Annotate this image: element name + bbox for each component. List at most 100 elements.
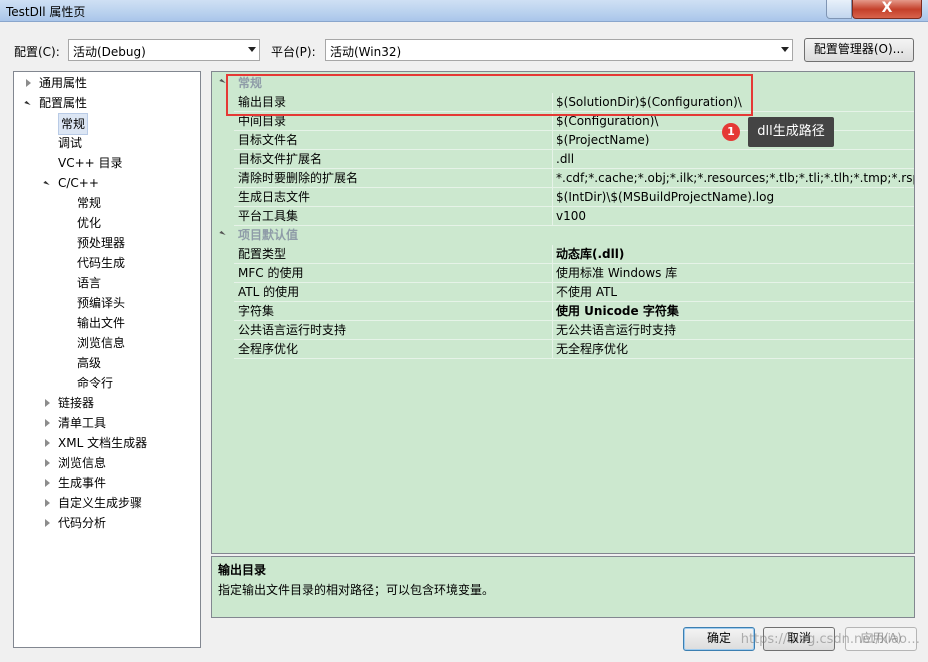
property-name: 生成日志文件 [238,190,311,204]
tree-item-label: 通用属性 [39,76,88,90]
grid-row[interactable]: 清除时要删除的扩展名 *.cdf;*.cache;*.obj;*.ilk;*.re… [234,169,914,188]
grid-row[interactable]: 配置类型 动态库(.dll) [234,245,914,264]
tree-item-label: 常规 [77,196,102,210]
tree-item-label: 配置属性 [39,96,88,110]
property-name: 目标文件名 [238,133,299,147]
column-separator [552,264,553,283]
property-value[interactable]: 无公共语言运行时支持 [556,321,676,339]
column-separator [552,340,553,359]
grid-row[interactable]: 字符集 使用 Unicode 字符集 [234,302,914,321]
property-value[interactable]: 动态库(.dll) [556,245,624,263]
collapsed-arrow-icon[interactable] [45,499,50,507]
config-select[interactable]: 活动(Debug) [68,39,260,61]
collapsed-arrow-icon[interactable] [45,419,50,427]
title-bar: TestDll 属性页 X [0,0,928,22]
column-separator [552,188,553,207]
minimize-button[interactable] [826,0,852,19]
description-title: 输出目录 [218,563,267,577]
column-separator [552,169,553,188]
property-name: 配置类型 [238,247,287,261]
close-button[interactable]: X [852,0,922,19]
expanded-arrow-icon[interactable] [24,100,31,108]
expanded-arrow-icon[interactable] [43,180,50,188]
collapsed-arrow-icon[interactable] [45,479,50,487]
tree-item-label: 链接器 [58,396,95,410]
property-value[interactable]: $(IntDir)\$(MSBuildProjectName).log [556,188,774,206]
property-name: MFC 的使用 [238,266,304,280]
annotation-badge: 1 [722,123,740,141]
column-separator [552,283,553,302]
description-panel: 输出目录 指定输出文件目录的相对路径；可以包含环境变量。 [211,556,915,618]
grid-category-label: 项目默认值 [238,228,299,242]
column-separator [552,245,553,264]
property-value[interactable]: $(ProjectName) [556,131,649,149]
property-name: 全程序优化 [238,342,299,356]
platform-select-value: 活动(Win32) [330,45,402,59]
tree-item-label: VC++ 目录 [58,156,123,170]
grid-row[interactable]: ATL 的使用 不使用 ATL [234,283,914,302]
expanded-arrow-icon[interactable] [219,230,226,238]
tree-item-label: 清单工具 [58,416,107,430]
tree-item-label: 高级 [77,356,102,370]
column-separator [552,131,553,150]
grid-row[interactable]: 公共语言运行时支持 无公共语言运行时支持 [234,321,914,340]
property-value[interactable]: v100 [556,207,586,225]
collapsed-arrow-icon[interactable] [45,459,50,467]
property-tree[interactable]: 通用属性 配置属性 常规 调试 VC++ 目录 C/C++ 常规 优化 预处理器 代码生成 语言 预编… [13,71,201,648]
config-toolbar: 配置(C): 活动(Debug) 平台(P): 活动(Win32) 配置管理器(… [0,38,928,62]
config-label: 配置(C): [14,45,60,59]
collapsed-arrow-icon[interactable] [26,79,31,87]
platform-label: 平台(P): [271,45,316,59]
tree-item-label: 代码生成 [77,256,126,270]
window-title: TestDll 属性页 [6,5,86,19]
collapsed-arrow-icon[interactable] [45,399,50,407]
property-value[interactable]: .dll [556,150,574,168]
tree-item-label: 预处理器 [77,236,126,250]
config-manager-button[interactable]: 配置管理器(O)... [804,38,914,62]
grid-row[interactable]: 生成日志文件 $(IntDir)\$(MSBuildProjectName).lo… [234,188,914,207]
expanded-arrow-icon[interactable] [219,78,226,86]
column-separator [552,302,553,321]
tree-item-label: 预编译头 [77,296,126,310]
collapsed-arrow-icon[interactable] [45,519,50,527]
grid-row[interactable]: 全程序优化 无全程序优化 [234,340,914,359]
tree-item-label: 常规 [58,113,89,135]
tree-item-label: 优化 [77,216,102,230]
column-separator [552,321,553,340]
property-value[interactable]: 使用 Unicode 字符集 [556,302,679,320]
annotation-tooltip: dll生成路径 [748,117,834,147]
property-name: 平台工具集 [238,209,299,223]
chevron-down-icon [248,47,256,52]
grid-row[interactable]: MFC 的使用 使用标准 Windows 库 [234,264,914,283]
tree-item-label: 语言 [77,276,102,290]
tree-item-label: 输出文件 [77,316,126,330]
property-value[interactable]: 使用标准 Windows 库 [556,264,677,282]
tree-item-label: 命令行 [77,376,114,390]
collapsed-arrow-icon[interactable] [45,439,50,447]
grid-row[interactable]: 平台工具集 v100 [234,207,914,226]
config-select-value: 活动(Debug) [73,45,146,59]
tree-item-label: 浏览信息 [58,456,107,470]
property-name: 目标文件扩展名 [238,152,323,166]
property-value[interactable]: 不使用 ATL [556,283,617,301]
property-name: 字符集 [238,304,275,318]
property-name: 清除时要删除的扩展名 [238,171,359,185]
tree-item-label: 调试 [58,136,83,150]
description-text: 指定输出文件目录的相对路径；可以包含环境变量。 [218,583,495,597]
property-name: ATL 的使用 [238,285,300,299]
property-value[interactable]: 无全程序优化 [556,340,628,358]
tree-item-label: C/C++ [58,176,99,190]
tree-item-label: 自定义生成步骤 [58,496,143,510]
highlight-box [226,74,753,116]
tree-item-label: XML 文档生成器 [58,436,148,450]
platform-select[interactable]: 活动(Win32) [325,39,793,61]
property-value[interactable]: *.cdf;*.cache;*.obj;*.ilk;*.resources;*.… [556,169,914,187]
grid-row[interactable]: 目标文件扩展名 .dll [234,150,914,169]
watermark: https://blog.csdn.net/xiao… [740,632,920,647]
column-separator [552,207,553,226]
property-name: 公共语言运行时支持 [238,323,347,337]
tree-item-label: 代码分析 [58,516,107,530]
column-separator [552,150,553,169]
tree-item-label: 生成事件 [58,476,107,490]
grid-category[interactable]: 项目默认值 [212,226,914,245]
